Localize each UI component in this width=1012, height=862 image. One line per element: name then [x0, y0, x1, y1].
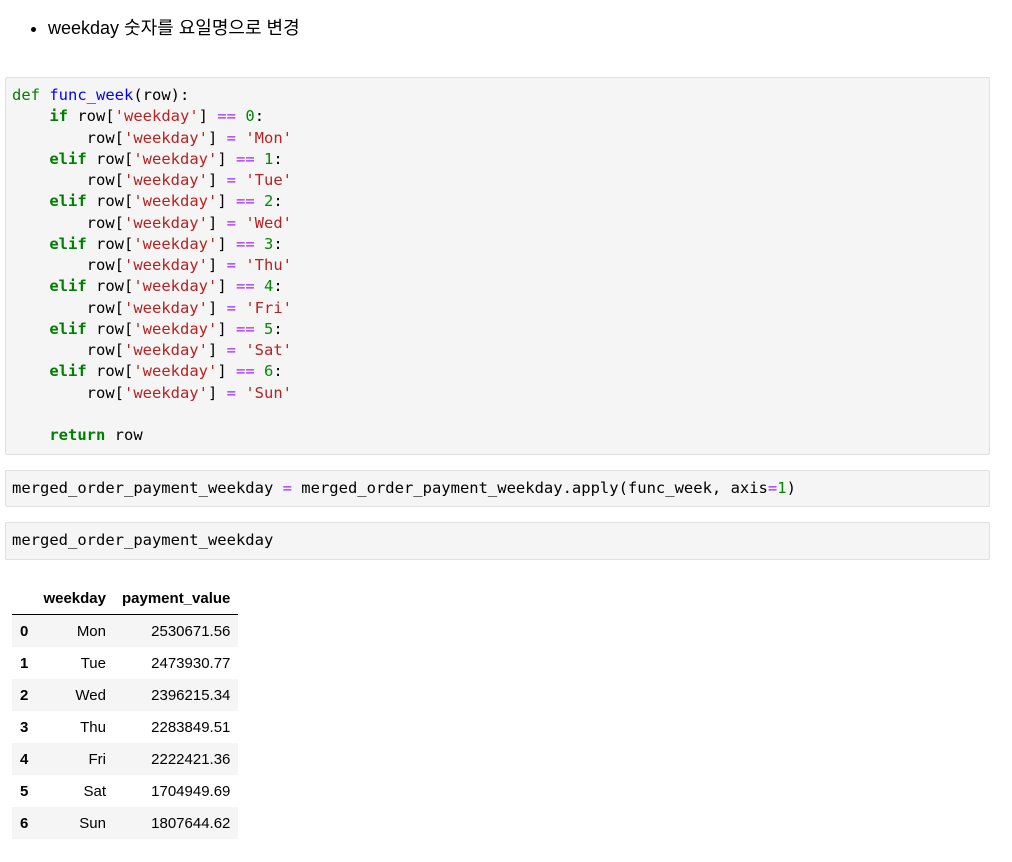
code-editor[interactable]: merged_order_payment_weekday [6, 523, 989, 551]
code-cell-func-week[interactable]: def func_week(row): if row['weekday'] ==… [5, 77, 990, 455]
table-row: 3 Thu 2283849.51 [12, 711, 238, 743]
row-index: 6 [20, 814, 29, 832]
cell-weekday: Sun [79, 814, 106, 832]
cell-payment-value: 2396215.34 [151, 686, 231, 704]
row-index: 4 [20, 750, 29, 768]
cell-payment-value: 1807644.62 [151, 814, 231, 832]
cell-weekday: Sat [83, 782, 106, 800]
table-row: 4 Fri 2222421.36 [12, 743, 239, 775]
table-row: 0 Mon 2530671.56 [12, 614, 239, 647]
cell-weekday: Tue [80, 654, 106, 672]
cell-payment-value: 2473930.77 [151, 654, 231, 672]
table-row: 2 Wed 2396215.34 [12, 679, 239, 711]
row-index: 3 [20, 718, 29, 736]
code-editor[interactable]: def func_week(row): if row['weekday'] ==… [6, 78, 989, 446]
code-cell-apply[interactable]: merged_order_payment_weekday = merged_or… [5, 470, 990, 507]
table-row: 5 Sat 1704949.69 [12, 775, 238, 807]
cell-weekday: Thu [80, 718, 106, 736]
cell-payment-value: 1704949.69 [151, 782, 231, 800]
cell-weekday: Fri [88, 750, 107, 768]
markdown-cell: weekday 숫자를 요일명으로 변경 [30, 14, 300, 42]
index-header [12, 582, 42, 615]
code-editor[interactable]: merged_order_payment_weekday = merged_or… [6, 471, 989, 499]
bullet-item: weekday 숫자를 요일명으로 변경 [48, 14, 300, 42]
table-header-row: weekday payment_value [12, 582, 239, 615]
row-index: 0 [20, 622, 29, 640]
row-index: 5 [20, 782, 29, 800]
table-row: 6 Sun 1807644.62 [12, 807, 239, 839]
cell-weekday: Wed [75, 686, 106, 704]
bullet-list: weekday 숫자를 요일명으로 변경 [30, 14, 300, 42]
row-index: 2 [20, 686, 29, 704]
cell-payment-value: 2283849.51 [151, 718, 231, 736]
column-header-payment-value: payment_value [114, 582, 239, 615]
code-cell-display[interactable]: merged_order_payment_weekday [5, 522, 990, 560]
dataframe-output: weekday payment_value 0 Mon 2530671.56 1… [12, 582, 239, 839]
row-index: 1 [20, 654, 29, 672]
cell-weekday: Mon [76, 622, 106, 640]
table-row: 1 Tue 2473930.77 [12, 647, 238, 679]
cell-payment-value: 2222421.36 [151, 750, 231, 768]
column-header-weekday: weekday [42, 582, 114, 615]
cell-payment-value: 2530671.56 [151, 622, 231, 640]
